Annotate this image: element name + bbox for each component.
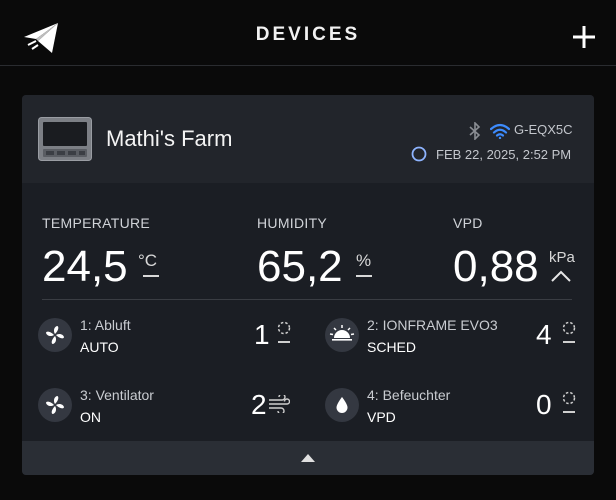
- port-1-mode: AUTO: [80, 339, 119, 355]
- add-device-button[interactable]: [571, 24, 597, 50]
- grow-light-icon: [325, 318, 359, 352]
- port-3-name: 3: Ventilator: [80, 387, 154, 403]
- vpd-label: VPD: [453, 215, 483, 231]
- timer-icon: [562, 321, 576, 343]
- wind-icon: [269, 395, 290, 413]
- collapse-card-button[interactable]: [22, 441, 594, 475]
- fan-icon: [38, 388, 72, 422]
- chevron-up-icon[interactable]: [550, 269, 572, 283]
- device-card[interactable]: Mathi's Farm G-EQX5C FEB 22, 2025, 2:52 …: [22, 95, 594, 475]
- temperature-unit: °C: [138, 251, 158, 270]
- port-2-mode: SCHED: [367, 339, 417, 355]
- vpd-unit: kPa: [549, 249, 575, 266]
- fan-icon: [38, 318, 72, 352]
- temperature-value: 24,5: [42, 242, 128, 291]
- port-3-level: 2: [251, 389, 267, 420]
- port-4-name: 4: Befeuchter: [367, 387, 451, 403]
- port-1-level: 1: [254, 319, 270, 350]
- port-2-name: 2: IONFRAME EVO3: [367, 317, 498, 333]
- temperature-label: TEMPERATURE: [42, 215, 151, 231]
- humidity-value: 65,2: [257, 242, 343, 291]
- vpd-value: 0,88: [453, 242, 539, 291]
- device-name: Mathi's Farm: [106, 126, 233, 151]
- triangle-up-icon[interactable]: [300, 453, 316, 463]
- water-drop-icon: [325, 388, 359, 422]
- last-updated-timestamp: FEB 22, 2025, 2:52 PM: [436, 147, 572, 162]
- humidity-unit-dash: [356, 275, 372, 277]
- port-3-mode: ON: [80, 409, 101, 425]
- port-4-mode: VPD: [367, 409, 396, 425]
- humidity-label: HUMIDITY: [257, 215, 328, 231]
- bluetooth-icon: [469, 122, 481, 140]
- clock-icon: [411, 146, 427, 162]
- device-id: G-EQX5C: [514, 122, 573, 137]
- timer-icon: [277, 321, 291, 343]
- device-card-header[interactable]: Mathi's Farm G-EQX5C FEB 22, 2025, 2:52 …: [22, 95, 594, 183]
- controller-device-icon: [38, 117, 92, 161]
- humidity-unit: %: [356, 251, 372, 270]
- divider: [42, 299, 572, 300]
- port-1-name: 1: Abluft: [80, 317, 131, 333]
- timer-icon: [562, 391, 576, 413]
- port-2-level: 4: [536, 319, 552, 350]
- top-bar: DEVICES: [0, 0, 616, 66]
- page-title: DEVICES: [255, 24, 361, 45]
- port-4-level: 0: [536, 389, 552, 420]
- temperature-unit-dash: [143, 275, 159, 277]
- wifi-icon: [490, 123, 510, 139]
